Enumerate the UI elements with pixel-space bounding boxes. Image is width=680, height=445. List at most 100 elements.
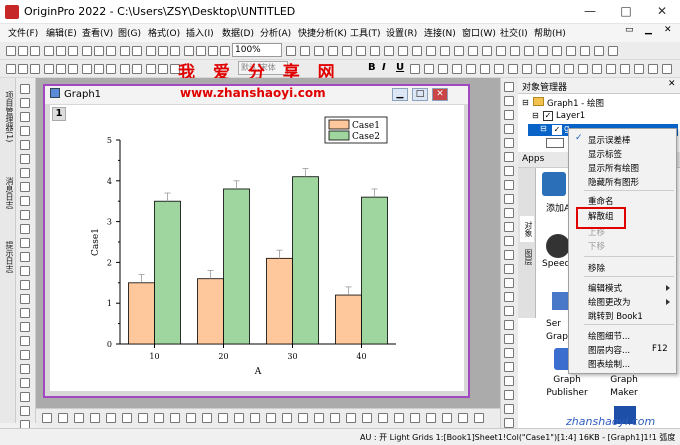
object-tool-icon[interactable] — [504, 278, 514, 288]
menu-format[interactable]: 格式(O) — [148, 26, 180, 39]
context-menu-item[interactable]: 跳转到 Book1 — [588, 310, 643, 322]
bottom-tool-icon[interactable] — [122, 413, 132, 423]
tool-icon[interactable] — [20, 350, 30, 360]
object-tool-icon[interactable] — [504, 180, 514, 190]
group-checkbox[interactable]: ✓ — [552, 125, 562, 135]
toolbar-icon[interactable] — [438, 64, 448, 74]
object-tool-icon[interactable] — [504, 264, 514, 274]
toolbar-icon[interactable] — [356, 46, 366, 56]
tool-icon[interactable] — [20, 84, 30, 94]
tool-icon[interactable] — [20, 168, 30, 178]
tool-icon[interactable] — [20, 140, 30, 150]
object-tool-icon[interactable] — [504, 138, 514, 148]
tool-icon[interactable] — [20, 294, 30, 304]
bottom-tool-icon[interactable] — [106, 413, 116, 423]
toolbar-icon[interactable] — [170, 46, 180, 56]
toolbar-icon[interactable] — [82, 64, 92, 74]
menu-restore-icon[interactable]: ▭ — [625, 25, 634, 35]
app-ser-graph-label[interactable]: Ser Graph — [546, 318, 574, 344]
toolbar-icon[interactable] — [524, 46, 534, 56]
tool-icon[interactable] — [20, 406, 30, 416]
tool-icon[interactable] — [20, 126, 30, 136]
bottom-tool-icon[interactable] — [90, 413, 100, 423]
bottom-tool-icon[interactable] — [474, 413, 484, 423]
bottom-tool-icon[interactable] — [298, 413, 308, 423]
toolbar-icon[interactable] — [120, 64, 130, 74]
context-menu-item[interactable]: 绘图细节... — [588, 330, 630, 342]
object-tool-icon[interactable] — [504, 348, 514, 358]
toolbar-icon[interactable] — [384, 46, 394, 56]
toolbar-icon[interactable] — [424, 64, 434, 74]
context-menu-item[interactable]: 显示误差棒 — [588, 134, 631, 146]
tree-layer1[interactable]: Layer1 — [556, 111, 585, 121]
app-add-icon[interactable] — [542, 172, 566, 196]
object-tool-icon[interactable] — [504, 334, 514, 344]
bottom-tool-icon[interactable] — [74, 413, 84, 423]
app-speed-icon[interactable] — [546, 234, 570, 258]
app-add-label[interactable]: 添加A — [546, 201, 570, 214]
toolbar-icon[interactable] — [440, 46, 450, 56]
object-tool-icon[interactable] — [504, 82, 514, 92]
tool-icon[interactable] — [20, 280, 30, 290]
toolbar-icon[interactable] — [496, 46, 506, 56]
tool-icon[interactable] — [20, 308, 30, 318]
toolbar-icon[interactable] — [30, 46, 40, 56]
context-menu-item[interactable]: 显示所有绘图 — [588, 162, 639, 174]
toolbar-icon[interactable] — [6, 64, 16, 74]
tool-icon[interactable] — [20, 378, 30, 388]
tool-icon[interactable] — [20, 392, 30, 402]
bottom-tool-icon[interactable] — [42, 413, 52, 423]
tool-icon[interactable] — [20, 364, 30, 374]
bar-chart[interactable]: 01234510 20 30 40ACase1Case1Case2 — [50, 105, 464, 391]
toolbar-icon[interactable] — [328, 46, 338, 56]
toolbar-icon[interactable] — [220, 46, 230, 56]
tab-message-log[interactable]: 消息日志 — [1, 168, 15, 218]
bottom-tool-icon[interactable] — [378, 413, 388, 423]
toolbar-icon[interactable] — [56, 64, 66, 74]
toolbar-icon[interactable] — [426, 46, 436, 56]
bottom-tool-icon[interactable] — [362, 413, 372, 423]
minimize-button[interactable]: — — [572, 0, 608, 24]
toolbar-icon[interactable] — [606, 64, 616, 74]
object-tool-icon[interactable] — [504, 306, 514, 316]
context-menu-item[interactable]: 显示标签 — [588, 148, 622, 160]
menu-connect[interactable]: 连接(N) — [424, 26, 456, 39]
graph-minimize-button[interactable]: ▁ — [392, 88, 408, 101]
context-menu-item[interactable]: 编辑模式 — [588, 282, 622, 294]
toolbar-icon[interactable] — [508, 64, 518, 74]
bottom-tool-icon[interactable] — [346, 413, 356, 423]
tool-icon[interactable] — [20, 224, 30, 234]
toolbar-icon[interactable] — [286, 46, 296, 56]
toolbar-icon[interactable] — [566, 46, 576, 56]
tree-graph1[interactable]: Graph1 - 绘图 — [547, 97, 604, 109]
object-tool-icon[interactable] — [504, 320, 514, 330]
object-tool-icon[interactable] — [504, 404, 514, 414]
tool-icon[interactable] — [20, 210, 30, 220]
tool-icon[interactable] — [20, 238, 30, 248]
bottom-tool-icon[interactable] — [234, 413, 244, 423]
close-button[interactable]: ✕ — [644, 0, 680, 24]
toolbar-icon[interactable] — [552, 46, 562, 56]
tool-icon[interactable] — [20, 112, 30, 122]
toolbar-icon[interactable] — [648, 64, 658, 74]
tool-icon[interactable] — [20, 98, 30, 108]
menu-insert[interactable]: 插入(I) — [186, 26, 214, 39]
toolbar-icon[interactable] — [146, 46, 156, 56]
toolbar-icon[interactable] — [454, 46, 464, 56]
tree-toggle-icon[interactable]: ⊟ — [522, 98, 529, 107]
tool-icon[interactable] — [20, 196, 30, 206]
toolbar-icon[interactable] — [634, 64, 644, 74]
bottom-tool-icon[interactable] — [58, 413, 68, 423]
menu-edit[interactable]: 编辑(E) — [46, 26, 77, 39]
toolbar-icon[interactable] — [314, 46, 324, 56]
toolbar-icon[interactable] — [398, 46, 408, 56]
toolbar-icon[interactable] — [18, 46, 28, 56]
bottom-tool-icon[interactable] — [250, 413, 260, 423]
context-menu-item[interactable]: 图层内容... — [588, 344, 630, 356]
bottom-tool-icon[interactable] — [266, 413, 276, 423]
menu-graph[interactable]: 图(G) — [118, 26, 141, 39]
menu-analysis[interactable]: 分析(A) — [260, 26, 291, 39]
toolbar-icon[interactable] — [208, 46, 218, 56]
toolbar-icon[interactable] — [466, 64, 476, 74]
toolbar-icon[interactable] — [370, 46, 380, 56]
